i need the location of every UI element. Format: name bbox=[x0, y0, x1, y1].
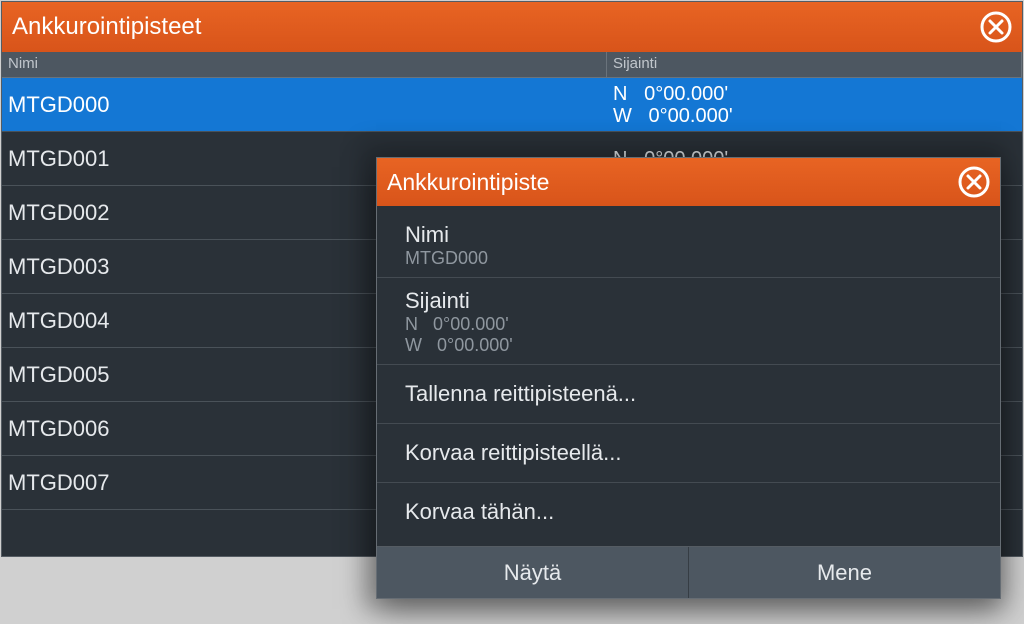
location-label: Sijainti bbox=[405, 288, 972, 314]
name-label: Nimi bbox=[405, 222, 972, 248]
column-name[interactable]: Nimi bbox=[2, 52, 607, 77]
table-row[interactable]: MTGD000 N 0°00.000' W 0°00.000' bbox=[2, 78, 1022, 132]
close-button[interactable] bbox=[978, 9, 1014, 45]
replace-with-waypoint[interactable]: Korvaa reittipisteellä... bbox=[377, 424, 1000, 483]
window-title: Ankkurointipisteet bbox=[12, 13, 201, 41]
anchor-point-popup: Ankkurointipiste Nimi MTGD000 Sijainti N… bbox=[376, 157, 1001, 599]
column-location[interactable]: Sijainti bbox=[607, 52, 1022, 77]
close-icon bbox=[980, 11, 1012, 43]
location-value: N 0°00.000' W 0°00.000' bbox=[405, 314, 972, 356]
popup-close-button[interactable] bbox=[956, 164, 992, 200]
title-bar: Ankkurointipisteet bbox=[2, 2, 1022, 52]
cell-location: N 0°00.000' W 0°00.000' bbox=[607, 83, 1022, 127]
table-header: Nimi Sijainti bbox=[2, 52, 1022, 78]
cell-name: MTGD000 bbox=[2, 92, 607, 118]
popup-title-bar: Ankkurointipiste bbox=[377, 158, 1000, 206]
name-value: MTGD000 bbox=[405, 248, 972, 269]
popup-title: Ankkurointipiste bbox=[387, 169, 549, 196]
show-button[interactable]: Näytä bbox=[377, 547, 688, 598]
name-section[interactable]: Nimi MTGD000 bbox=[377, 212, 1000, 278]
replace-here[interactable]: Korvaa tähän... bbox=[377, 483, 1000, 541]
go-button[interactable]: Mene bbox=[688, 547, 1000, 598]
save-as-waypoint[interactable]: Tallenna reittipisteenä... bbox=[377, 365, 1000, 424]
location-section[interactable]: Sijainti N 0°00.000' W 0°00.000' bbox=[377, 278, 1000, 365]
close-icon bbox=[958, 166, 990, 198]
popup-body: Nimi MTGD000 Sijainti N 0°00.000' W 0°00… bbox=[377, 206, 1000, 546]
popup-footer: Näytä Mene bbox=[377, 546, 1000, 598]
